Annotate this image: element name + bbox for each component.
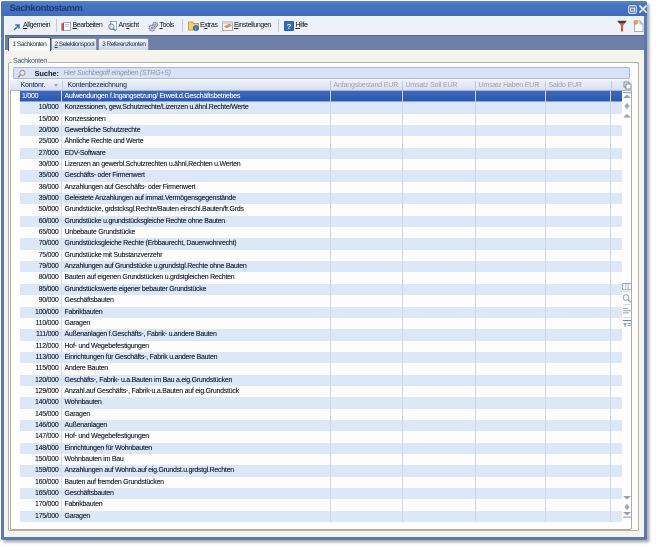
svg-text:?: ? bbox=[286, 22, 291, 31]
